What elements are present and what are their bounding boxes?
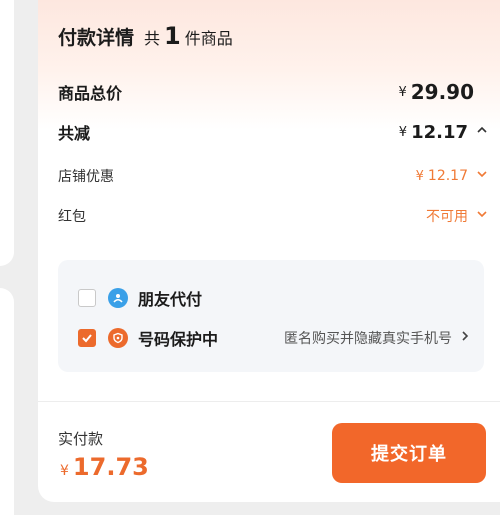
number-protect-label: 号码保护中 [138, 330, 219, 349]
page-title: 付款详情 [58, 27, 135, 49]
divider [38, 401, 500, 402]
total-price-row: 商品总价 ¥ 29.90 [58, 80, 488, 104]
payment-details-header: 付款详情 共 1 件商品 [58, 22, 233, 54]
number-protect-checkbox[interactable] [78, 329, 96, 347]
red-packet-label: 红包 [58, 209, 86, 225]
actual-payment-value: 17.73 [72, 453, 149, 481]
friend-pay-option[interactable]: 朋友代付 [78, 286, 202, 310]
payment-details-card: 付款详情 共 1 件商品 商品总价 ¥ 29.90 共减 ¥ 12.17 店铺优… [38, 0, 500, 502]
total-discount-row[interactable]: 共减 ¥ 12.17 [58, 120, 488, 144]
chevron-down-icon[interactable] [476, 168, 488, 184]
store-discount-value: 12.17 [427, 168, 468, 184]
friend-pay-icon [108, 288, 128, 308]
shield-icon [108, 328, 128, 348]
friend-pay-label: 朋友代付 [138, 290, 203, 309]
chevron-right-icon[interactable] [460, 330, 470, 346]
payment-options-box: 朋友代付 号码保护中 匿名购买并隐藏真实手机号 [58, 260, 484, 372]
actual-payment-label: 实付款 [58, 430, 104, 448]
total-discount-value: 12.17 [411, 121, 468, 143]
number-protect-hint[interactable]: 匿名购买并隐藏真实手机号 [284, 328, 470, 348]
number-protect-hint-text: 匿名购买并隐藏真实手机号 [284, 331, 452, 347]
total-discount-label: 共减 [58, 124, 91, 143]
total-price-label: 商品总价 [58, 84, 123, 103]
submit-order-button[interactable]: 提交订单 [332, 423, 486, 483]
store-discount-label: 店铺优惠 [58, 169, 114, 185]
currency-symbol: ¥ [398, 124, 408, 140]
left-card-top [0, 0, 14, 266]
total-price-value: 29.90 [410, 80, 474, 104]
currency-symbol: ¥ [415, 168, 424, 184]
friend-pay-checkbox[interactable] [78, 289, 96, 307]
left-card-bottom [0, 288, 14, 515]
number-protect-option[interactable]: 号码保护中 [78, 326, 218, 350]
store-discount-row[interactable]: 店铺优惠 ¥ 12.17 [58, 166, 488, 186]
currency-symbol: ¥ [60, 463, 69, 479]
item-count: 1 [164, 22, 181, 50]
item-count-prefix: 共 [144, 29, 161, 48]
red-packet-value: 不可用 [426, 209, 468, 225]
item-count-suffix: 件商品 [184, 29, 233, 48]
red-packet-row[interactable]: 红包 不可用 [58, 206, 488, 226]
chevron-up-icon[interactable] [476, 124, 488, 140]
chevron-down-icon[interactable] [476, 208, 488, 224]
actual-payment-amount: ¥ 17.73 [60, 453, 149, 481]
currency-symbol: ¥ [398, 84, 407, 100]
